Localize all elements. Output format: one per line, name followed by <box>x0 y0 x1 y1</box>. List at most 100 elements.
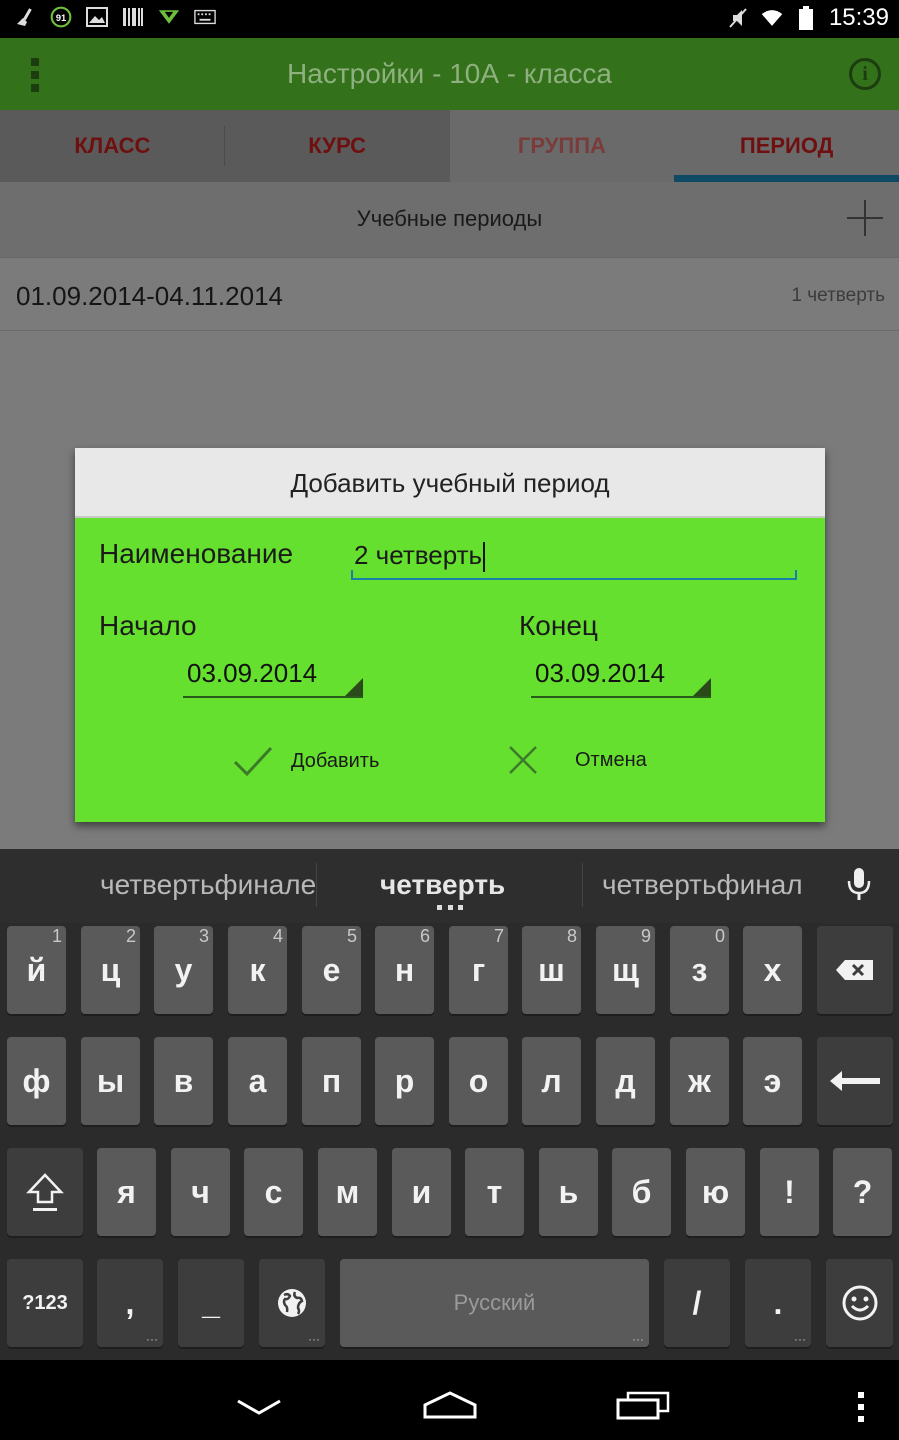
key-ш[interactable]: 8ш <box>522 926 581 1014</box>
key-о[interactable]: о <box>449 1037 508 1125</box>
mute-icon <box>727 7 749 29</box>
wifi-icon <box>761 7 783 29</box>
key-э[interactable]: э <box>743 1037 802 1125</box>
key-р[interactable]: р <box>375 1037 434 1125</box>
key-ч[interactable]: ч <box>171 1148 230 1236</box>
key-й[interactable]: 1й <box>7 926 66 1014</box>
plus-icon[interactable] <box>847 200 883 236</box>
key-с[interactable]: с <box>244 1148 303 1236</box>
recents-icon[interactable] <box>616 1390 670 1420</box>
spinner-arrow-icon <box>693 678 711 696</box>
active-tab-indicator <box>674 175 899 182</box>
cancel-button[interactable]: Отмена <box>507 744 647 776</box>
name-label: Наименование <box>99 538 294 569</box>
tab-period-label: ПЕРИОД <box>739 133 834 158</box>
add-period-dialog: Добавить учебный период Наименование 2 ч… <box>75 448 825 822</box>
key-д[interactable]: д <box>596 1037 655 1125</box>
emoji-icon <box>842 1285 877 1321</box>
back-down-icon[interactable] <box>236 1398 282 1416</box>
key-ф[interactable]: ф <box>7 1037 66 1125</box>
key-ь[interactable]: ь <box>539 1148 598 1236</box>
tab-group[interactable]: ГРУППА <box>449 110 675 182</box>
symbols-key[interactable]: ?123 <box>7 1259 83 1347</box>
list-item[interactable]: 01.09.2014-04.11.2014 1 четверть <box>0 259 899 331</box>
section-header: Учебные периоды <box>0 182 899 258</box>
underscore-key[interactable]: _ <box>178 1259 244 1347</box>
name-input[interactable]: 2 четверть <box>351 536 797 580</box>
battery-icon <box>795 6 817 30</box>
space-key[interactable]: Русский ··· <box>340 1259 649 1347</box>
text-cursor <box>483 542 486 573</box>
key-я[interactable]: я <box>97 1148 156 1236</box>
key-т[interactable]: т <box>465 1148 524 1236</box>
system-icons: 15:39 <box>727 4 889 32</box>
key-г[interactable]: 7г <box>449 926 508 1014</box>
comma-key[interactable]: , ··· <box>97 1259 163 1347</box>
add-button-label: Добавить <box>291 749 380 772</box>
action-bar: Настройки - 10А - класса i <box>0 38 899 110</box>
tab-course[interactable]: КУРС <box>225 110 450 182</box>
notification-icons: 91 <box>14 6 216 28</box>
tab-group-label: ГРУППА <box>517 133 606 158</box>
add-button[interactable]: Добавить <box>233 744 379 778</box>
tab-class[interactable]: КЛАСС <box>0 110 225 182</box>
end-date-spinner[interactable]: 03.09.2014 <box>531 656 711 698</box>
key-а[interactable]: а <box>228 1037 287 1125</box>
keyboard-icon <box>194 6 216 28</box>
suggestion-center[interactable]: четверть <box>380 869 505 901</box>
key-з[interactable]: 0з <box>670 926 729 1014</box>
period-name: 1 четверть <box>791 285 885 306</box>
key-ю[interactable]: ю <box>686 1148 745 1236</box>
language-key[interactable]: ··· <box>259 1259 325 1347</box>
enter-icon <box>830 1071 880 1091</box>
key-ц[interactable]: 2ц <box>81 926 140 1014</box>
suggestion-right[interactable]: четвертьфинал <box>602 869 803 901</box>
key-х[interactable]: х <box>743 926 802 1014</box>
spinner-arrow-icon <box>345 678 363 696</box>
end-date-value: 03.09.2014 <box>535 658 666 688</box>
tab-class-label: КЛАСС <box>74 133 151 158</box>
checkmark-icon <box>233 746 273 777</box>
home-icon[interactable] <box>422 1390 478 1420</box>
key-л[interactable]: л <box>522 1037 581 1125</box>
key-question[interactable]: ? <box>833 1148 892 1236</box>
key-е[interactable]: 5е <box>302 926 361 1014</box>
key-м[interactable]: м <box>318 1148 377 1236</box>
key-щ[interactable]: 9щ <box>596 926 655 1014</box>
status-bar: 91 15:39 <box>0 0 899 38</box>
period-key[interactable]: . ··· <box>745 1259 811 1347</box>
barcode-icon <box>122 6 144 28</box>
globe-icon <box>278 1289 306 1317</box>
start-date-spinner[interactable]: 03.09.2014 <box>183 656 363 698</box>
download-icon <box>158 6 180 28</box>
info-icon[interactable]: i <box>849 58 881 90</box>
key-к[interactable]: 4к <box>228 926 287 1014</box>
dialog-title: Добавить учебный период <box>75 448 825 518</box>
shift-icon <box>26 1173 64 1211</box>
key-ы[interactable]: ы <box>81 1037 140 1125</box>
key-в[interactable]: в <box>154 1037 213 1125</box>
key-и[interactable]: и <box>392 1148 451 1236</box>
microphone-icon[interactable] <box>846 867 872 906</box>
slash-key[interactable]: / <box>664 1259 730 1347</box>
overflow-menu-icon[interactable] <box>856 1390 866 1424</box>
key-ж[interactable]: ж <box>670 1037 729 1125</box>
close-icon <box>509 746 537 774</box>
shift-key[interactable] <box>7 1148 83 1236</box>
key-у[interactable]: 3у <box>154 926 213 1014</box>
enter-key[interactable] <box>817 1037 893 1125</box>
dialog-body: Наименование 2 четверть Начало Конец 03.… <box>75 518 825 822</box>
tab-period[interactable]: ПЕРИОД <box>674 110 899 182</box>
suggestion-left[interactable]: четвертьфинале <box>100 869 316 901</box>
backspace-key[interactable] <box>817 926 893 1014</box>
key-н[interactable]: 6н <box>375 926 434 1014</box>
end-label: Конец <box>519 610 598 641</box>
tab-bar: КЛАСС КУРС ГРУППА ПЕРИОД <box>0 110 899 182</box>
key-п[interactable]: п <box>302 1037 361 1125</box>
broom-icon <box>14 6 36 28</box>
tab-course-label: КУРС <box>308 133 366 158</box>
emoji-key[interactable] <box>826 1259 893 1347</box>
key-б[interactable]: б <box>612 1148 671 1236</box>
key-exclamation[interactable]: ! <box>760 1148 819 1236</box>
battery-91-icon: 91 <box>50 6 72 28</box>
